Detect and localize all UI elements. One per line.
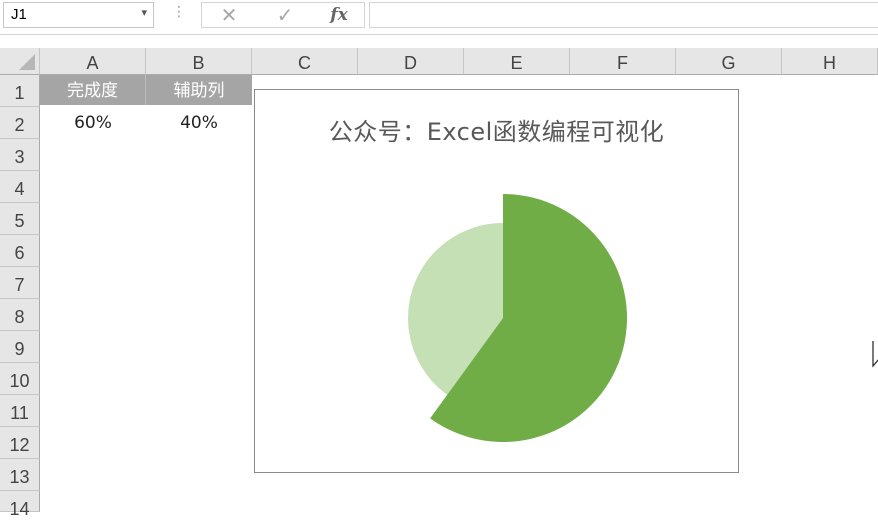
formula-buttons: ✕ ✓ fx xyxy=(201,2,365,28)
row-header-14[interactable]: 14 xyxy=(0,491,40,519)
column-header-d[interactable]: D xyxy=(358,48,464,75)
column-header-c[interactable]: C xyxy=(252,48,358,75)
row-header-13[interactable]: 13 xyxy=(0,459,40,491)
cancel-icon[interactable]: ✕ xyxy=(214,3,244,27)
column-header-g[interactable]: G xyxy=(676,48,782,75)
name-box[interactable]: J1 ▾ xyxy=(3,2,154,28)
row-header-6[interactable]: 6 xyxy=(0,235,40,267)
enter-icon[interactable]: ✓ xyxy=(270,3,300,27)
row-header-3[interactable]: 3 xyxy=(0,139,40,171)
row-header-8[interactable]: 8 xyxy=(0,299,40,331)
row-header-11[interactable]: 11 xyxy=(0,395,40,427)
select-all-button[interactable] xyxy=(0,48,40,75)
row-header-2[interactable]: 2 xyxy=(0,107,40,139)
column-header-f[interactable]: F xyxy=(570,48,676,75)
row-header-10[interactable]: 10 xyxy=(0,363,40,395)
column-header-b[interactable]: B xyxy=(146,48,252,75)
pie-chart-plot xyxy=(408,194,627,442)
select-all-icon xyxy=(19,54,35,70)
row-header-12[interactable]: 12 xyxy=(0,427,40,459)
name-box-value: J1 xyxy=(11,6,27,23)
formula-bar: J1 ▾ ⋮ ✕ ✓ fx xyxy=(0,0,878,35)
row-header-7[interactable]: 7 xyxy=(0,267,40,299)
more-icon[interactable]: ⋮ xyxy=(172,4,186,20)
row-header-4[interactable]: 4 xyxy=(0,171,40,203)
pie-chart[interactable]: 公众号：Excel函数编程可视化 xyxy=(254,89,739,473)
insert-function-icon[interactable]: fx xyxy=(324,3,354,27)
column-header-e[interactable]: E xyxy=(464,48,570,75)
chevron-down-icon[interactable]: ▾ xyxy=(141,6,147,19)
row-header-1[interactable]: 1 xyxy=(0,75,40,107)
column-header-h[interactable]: H xyxy=(782,48,878,75)
row-header-5[interactable]: 5 xyxy=(0,203,40,235)
formula-input[interactable] xyxy=(369,2,878,28)
mouse-cursor-icon xyxy=(872,341,878,368)
cell-a1[interactable]: 完成度 xyxy=(40,75,146,105)
cell-a2[interactable]: 60% xyxy=(40,107,146,137)
cell-b2[interactable]: 40% xyxy=(146,107,252,137)
column-header-a[interactable]: A xyxy=(40,48,146,75)
row-header-9[interactable]: 9 xyxy=(0,331,40,363)
cell-b1[interactable]: 辅助列 xyxy=(146,75,252,105)
